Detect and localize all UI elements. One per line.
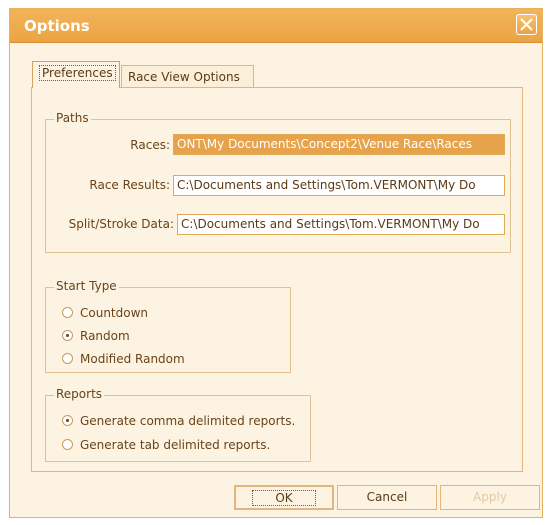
races-path-field[interactable]: ONT\My Documents\Concept2\Venue Race\Rac… bbox=[173, 134, 505, 155]
cancel-button[interactable]: Cancel bbox=[337, 485, 437, 510]
radio-modified-random-indicator[interactable] bbox=[62, 353, 73, 364]
tab-race-view-options-label: Race View Options bbox=[128, 70, 240, 84]
split-stroke-data-label: Split/Stroke Data: bbox=[68, 217, 174, 231]
radio-modified-random-label: Modified Random bbox=[80, 352, 185, 366]
radio-countdown-label: Countdown bbox=[80, 306, 149, 320]
split-stroke-data-path-field[interactable]: C:\Documents and Settings\Tom.VERMONT\My… bbox=[177, 214, 505, 235]
window-title: Options bbox=[24, 17, 90, 35]
radio-comma-reports-indicator[interactable] bbox=[62, 415, 73, 426]
radio-random-label: Random bbox=[80, 329, 130, 343]
race-results-label: Race Results: bbox=[89, 178, 170, 192]
race-results-path-field[interactable]: C:\Documents and Settings\Tom.VERMONT\My… bbox=[173, 175, 505, 196]
reports-group: Reports Generate comma delimited reports… bbox=[45, 387, 311, 462]
radio-comma-reports-label: Generate comma delimited reports. bbox=[80, 414, 296, 428]
paths-group-label: Paths bbox=[54, 111, 91, 125]
options-dialog: Options Preferences Race View Options Pa… bbox=[9, 8, 543, 518]
paths-group: Paths Races: ONT\My Documents\Concept2\V… bbox=[45, 111, 511, 253]
apply-button[interactable]: Apply bbox=[440, 485, 540, 510]
title-bar[interactable]: Options bbox=[10, 9, 542, 43]
close-icon bbox=[520, 18, 533, 31]
apply-button-label: Apply bbox=[473, 490, 507, 504]
radio-random-indicator[interactable] bbox=[62, 330, 73, 341]
tab-race-view-options[interactable]: Race View Options bbox=[121, 65, 254, 87]
ok-button[interactable]: OK bbox=[234, 485, 334, 510]
radio-tab-reports-label: Generate tab delimited reports. bbox=[80, 438, 271, 452]
close-button[interactable] bbox=[516, 14, 537, 35]
tab-preferences-label: Preferences bbox=[39, 65, 116, 81]
start-type-group-label: Start Type bbox=[54, 279, 119, 293]
cancel-button-label: Cancel bbox=[366, 490, 408, 504]
reports-group-label: Reports bbox=[54, 387, 105, 401]
radio-tab-reports-indicator[interactable] bbox=[62, 439, 73, 450]
preferences-panel: Paths Races: ONT\My Documents\Concept2\V… bbox=[31, 87, 523, 472]
start-type-group: Start Type Countdown Random Modified Ran… bbox=[45, 279, 291, 373]
ok-button-label: OK bbox=[252, 490, 316, 506]
races-label: Races: bbox=[130, 138, 170, 152]
tab-preferences[interactable]: Preferences bbox=[32, 61, 120, 88]
radio-countdown-indicator[interactable] bbox=[62, 307, 73, 318]
